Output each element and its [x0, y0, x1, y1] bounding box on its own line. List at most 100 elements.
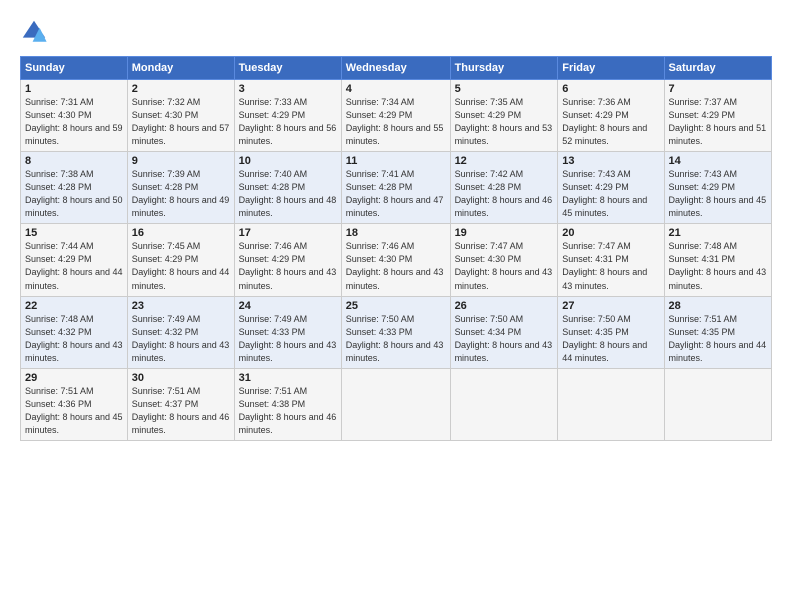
- day-info: Sunrise: 7:50 AMSunset: 4:33 PMDaylight:…: [346, 314, 444, 363]
- calendar-cell: 22 Sunrise: 7:48 AMSunset: 4:32 PMDaylig…: [21, 296, 128, 368]
- calendar-cell: 2 Sunrise: 7:32 AMSunset: 4:30 PMDayligh…: [127, 80, 234, 152]
- day-number: 11: [346, 155, 446, 167]
- calendar-cell: 24 Sunrise: 7:49 AMSunset: 4:33 PMDaylig…: [234, 296, 341, 368]
- day-info: Sunrise: 7:40 AMSunset: 4:28 PMDaylight:…: [239, 169, 337, 218]
- weekday-header-cell: Friday: [558, 57, 664, 80]
- day-info: Sunrise: 7:51 AMSunset: 4:37 PMDaylight:…: [132, 386, 230, 435]
- day-number: 29: [25, 372, 123, 384]
- day-number: 26: [455, 300, 554, 312]
- day-info: Sunrise: 7:34 AMSunset: 4:29 PMDaylight:…: [346, 97, 444, 146]
- calendar-cell: 14 Sunrise: 7:43 AMSunset: 4:29 PMDaylig…: [664, 152, 771, 224]
- day-info: Sunrise: 7:51 AMSunset: 4:35 PMDaylight:…: [669, 314, 767, 363]
- day-number: 18: [346, 227, 446, 239]
- calendar-cell: 3 Sunrise: 7:33 AMSunset: 4:29 PMDayligh…: [234, 80, 341, 152]
- day-info: Sunrise: 7:48 AMSunset: 4:32 PMDaylight:…: [25, 314, 123, 363]
- day-number: 27: [562, 300, 659, 312]
- calendar-cell: 17 Sunrise: 7:46 AMSunset: 4:29 PMDaylig…: [234, 224, 341, 296]
- calendar-cell: 29 Sunrise: 7:51 AMSunset: 4:36 PMDaylig…: [21, 368, 128, 440]
- day-number: 12: [455, 155, 554, 167]
- day-number: 17: [239, 227, 337, 239]
- day-info: Sunrise: 7:49 AMSunset: 4:32 PMDaylight:…: [132, 314, 230, 363]
- day-info: Sunrise: 7:46 AMSunset: 4:29 PMDaylight:…: [239, 241, 337, 290]
- calendar-cell: 15 Sunrise: 7:44 AMSunset: 4:29 PMDaylig…: [21, 224, 128, 296]
- day-info: Sunrise: 7:43 AMSunset: 4:29 PMDaylight:…: [669, 169, 767, 218]
- day-number: 21: [669, 227, 767, 239]
- day-info: Sunrise: 7:49 AMSunset: 4:33 PMDaylight:…: [239, 314, 337, 363]
- calendar-cell: 27 Sunrise: 7:50 AMSunset: 4:35 PMDaylig…: [558, 296, 664, 368]
- calendar-cell: 30 Sunrise: 7:51 AMSunset: 4:37 PMDaylig…: [127, 368, 234, 440]
- calendar-cell: [341, 368, 450, 440]
- calendar-cell: 19 Sunrise: 7:47 AMSunset: 4:30 PMDaylig…: [450, 224, 558, 296]
- calendar-cell: 12 Sunrise: 7:42 AMSunset: 4:28 PMDaylig…: [450, 152, 558, 224]
- weekday-header-cell: Thursday: [450, 57, 558, 80]
- calendar-cell: 16 Sunrise: 7:45 AMSunset: 4:29 PMDaylig…: [127, 224, 234, 296]
- day-info: Sunrise: 7:44 AMSunset: 4:29 PMDaylight:…: [25, 241, 123, 290]
- day-info: Sunrise: 7:33 AMSunset: 4:29 PMDaylight:…: [239, 97, 337, 146]
- day-number: 9: [132, 155, 230, 167]
- day-info: Sunrise: 7:35 AMSunset: 4:29 PMDaylight:…: [455, 97, 553, 146]
- day-info: Sunrise: 7:32 AMSunset: 4:30 PMDaylight:…: [132, 97, 230, 146]
- day-number: 10: [239, 155, 337, 167]
- day-number: 30: [132, 372, 230, 384]
- calendar-cell: 26 Sunrise: 7:50 AMSunset: 4:34 PMDaylig…: [450, 296, 558, 368]
- day-number: 16: [132, 227, 230, 239]
- day-info: Sunrise: 7:48 AMSunset: 4:31 PMDaylight:…: [669, 241, 767, 290]
- day-info: Sunrise: 7:47 AMSunset: 4:31 PMDaylight:…: [562, 241, 647, 290]
- day-info: Sunrise: 7:50 AMSunset: 4:34 PMDaylight:…: [455, 314, 553, 363]
- day-info: Sunrise: 7:43 AMSunset: 4:29 PMDaylight:…: [562, 169, 647, 218]
- day-info: Sunrise: 7:41 AMSunset: 4:28 PMDaylight:…: [346, 169, 444, 218]
- weekday-header-cell: Sunday: [21, 57, 128, 80]
- day-number: 7: [669, 83, 767, 95]
- calendar-cell: 5 Sunrise: 7:35 AMSunset: 4:29 PMDayligh…: [450, 80, 558, 152]
- day-info: Sunrise: 7:31 AMSunset: 4:30 PMDaylight:…: [25, 97, 123, 146]
- day-number: 4: [346, 83, 446, 95]
- weekday-header-cell: Monday: [127, 57, 234, 80]
- day-number: 1: [25, 83, 123, 95]
- day-number: 24: [239, 300, 337, 312]
- day-info: Sunrise: 7:46 AMSunset: 4:30 PMDaylight:…: [346, 241, 444, 290]
- calendar-cell: 8 Sunrise: 7:38 AMSunset: 4:28 PMDayligh…: [21, 152, 128, 224]
- calendar-cell: 28 Sunrise: 7:51 AMSunset: 4:35 PMDaylig…: [664, 296, 771, 368]
- logo-icon: [20, 18, 48, 46]
- day-number: 14: [669, 155, 767, 167]
- day-info: Sunrise: 7:51 AMSunset: 4:38 PMDaylight:…: [239, 386, 337, 435]
- header: [20, 18, 772, 46]
- day-number: 5: [455, 83, 554, 95]
- day-info: Sunrise: 7:50 AMSunset: 4:35 PMDaylight:…: [562, 314, 647, 363]
- day-number: 25: [346, 300, 446, 312]
- day-number: 6: [562, 83, 659, 95]
- weekday-header-cell: Wednesday: [341, 57, 450, 80]
- calendar-cell: 7 Sunrise: 7:37 AMSunset: 4:29 PMDayligh…: [664, 80, 771, 152]
- day-number: 28: [669, 300, 767, 312]
- day-number: 3: [239, 83, 337, 95]
- calendar-cell: 18 Sunrise: 7:46 AMSunset: 4:30 PMDaylig…: [341, 224, 450, 296]
- calendar-table: SundayMondayTuesdayWednesdayThursdayFrid…: [20, 56, 772, 441]
- calendar-cell: 6 Sunrise: 7:36 AMSunset: 4:29 PMDayligh…: [558, 80, 664, 152]
- day-number: 8: [25, 155, 123, 167]
- calendar-cell: 31 Sunrise: 7:51 AMSunset: 4:38 PMDaylig…: [234, 368, 341, 440]
- calendar-cell: [558, 368, 664, 440]
- day-number: 22: [25, 300, 123, 312]
- calendar-cell: 1 Sunrise: 7:31 AMSunset: 4:30 PMDayligh…: [21, 80, 128, 152]
- day-info: Sunrise: 7:38 AMSunset: 4:28 PMDaylight:…: [25, 169, 123, 218]
- day-number: 31: [239, 372, 337, 384]
- day-number: 23: [132, 300, 230, 312]
- calendar-cell: 21 Sunrise: 7:48 AMSunset: 4:31 PMDaylig…: [664, 224, 771, 296]
- calendar-cell: 23 Sunrise: 7:49 AMSunset: 4:32 PMDaylig…: [127, 296, 234, 368]
- day-info: Sunrise: 7:51 AMSunset: 4:36 PMDaylight:…: [25, 386, 123, 435]
- day-number: 15: [25, 227, 123, 239]
- calendar-cell: [664, 368, 771, 440]
- page: SundayMondayTuesdayWednesdayThursdayFrid…: [0, 0, 792, 612]
- day-info: Sunrise: 7:39 AMSunset: 4:28 PMDaylight:…: [132, 169, 230, 218]
- calendar-cell: 13 Sunrise: 7:43 AMSunset: 4:29 PMDaylig…: [558, 152, 664, 224]
- day-info: Sunrise: 7:42 AMSunset: 4:28 PMDaylight:…: [455, 169, 553, 218]
- day-number: 19: [455, 227, 554, 239]
- calendar-cell: 25 Sunrise: 7:50 AMSunset: 4:33 PMDaylig…: [341, 296, 450, 368]
- calendar-cell: 9 Sunrise: 7:39 AMSunset: 4:28 PMDayligh…: [127, 152, 234, 224]
- day-info: Sunrise: 7:36 AMSunset: 4:29 PMDaylight:…: [562, 97, 647, 146]
- calendar-cell: 4 Sunrise: 7:34 AMSunset: 4:29 PMDayligh…: [341, 80, 450, 152]
- day-number: 13: [562, 155, 659, 167]
- logo: [20, 18, 50, 46]
- calendar-cell: 20 Sunrise: 7:47 AMSunset: 4:31 PMDaylig…: [558, 224, 664, 296]
- day-number: 20: [562, 227, 659, 239]
